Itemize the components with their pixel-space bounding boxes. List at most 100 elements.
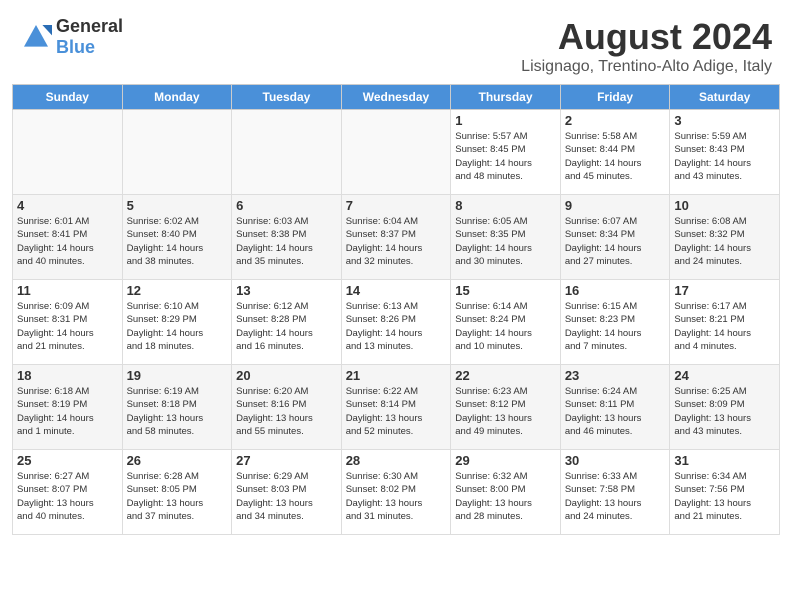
day-number: 14 [346,283,447,298]
day-info: Sunrise: 6:24 AMSunset: 8:11 PMDaylight:… [565,385,666,438]
table-row: 21 Sunrise: 6:22 AMSunset: 8:14 PMDayligh… [341,365,451,450]
col-thursday: Thursday [451,85,561,110]
table-row: 26Sunrise: 6:28 AMSunset: 8:05 PMDayligh… [122,450,232,535]
logo-blue-text: Blue [56,37,123,58]
day-info: Sunrise: 5:57 AMSunset: 8:45 PMDaylight:… [455,130,556,183]
day-number: 19 [127,368,228,383]
table-row: 15 Sunrise: 6:14 AMSunset: 8:24 PMDayligh… [451,280,561,365]
table-row: 2 Sunrise: 5:58 AMSunset: 8:44 PMDaylight… [560,110,670,195]
col-wednesday: Wednesday [341,85,451,110]
day-info: Sunrise: 6:01 AMSunset: 8:41 PMDaylight:… [17,215,118,268]
table-row: 19 Sunrise: 6:19 AMSunset: 8:18 PMDayligh… [122,365,232,450]
table-row [232,110,342,195]
table-row: 6 Sunrise: 6:03 AMSunset: 8:38 PMDaylight… [232,195,342,280]
day-number: 24 [674,368,775,383]
table-row: 29Sunrise: 6:32 AMSunset: 8:00 PMDayligh… [451,450,561,535]
day-info: Sunrise: 6:20 AMSunset: 8:16 PMDaylight:… [236,385,337,438]
day-number: 23 [565,368,666,383]
day-number: 20 [236,368,337,383]
day-number: 2 [565,113,666,128]
day-info: Sunrise: 5:58 AMSunset: 8:44 PMDaylight:… [565,130,666,183]
calendar-header-row: Sunday Monday Tuesday Wednesday Thursday… [13,85,780,110]
logo-icon [20,21,52,53]
col-saturday: Saturday [670,85,780,110]
table-row: 13 Sunrise: 6:12 AMSunset: 8:28 PMDayligh… [232,280,342,365]
table-row: 23 Sunrise: 6:24 AMSunset: 8:11 PMDayligh… [560,365,670,450]
table-row: 16 Sunrise: 6:15 AMSunset: 8:23 PMDayligh… [560,280,670,365]
day-info: Sunrise: 6:15 AMSunset: 8:23 PMDaylight:… [565,300,666,353]
day-number: 7 [346,198,447,213]
day-info: Sunrise: 6:33 AMSunset: 7:58 PMDaylight:… [565,470,666,523]
calendar-week-1: 1 Sunrise: 5:57 AMSunset: 8:45 PMDaylight… [13,110,780,195]
day-info: Sunrise: 6:05 AMSunset: 8:35 PMDaylight:… [455,215,556,268]
day-info: Sunrise: 6:13 AMSunset: 8:26 PMDaylight:… [346,300,447,353]
table-row: 22 Sunrise: 6:23 AMSunset: 8:12 PMDayligh… [451,365,561,450]
day-info: Sunrise: 6:32 AMSunset: 8:00 PMDaylight:… [455,470,556,523]
col-sunday: Sunday [13,85,123,110]
table-row: 3 Sunrise: 5:59 AMSunset: 8:43 PMDaylight… [670,110,780,195]
day-number: 22 [455,368,556,383]
day-number: 15 [455,283,556,298]
table-row [341,110,451,195]
day-number: 4 [17,198,118,213]
day-number: 25 [17,453,118,468]
table-row: 4 Sunrise: 6:01 AMSunset: 8:41 PMDaylight… [13,195,123,280]
table-row [13,110,123,195]
day-number: 30 [565,453,666,468]
day-number: 5 [127,198,228,213]
day-info: Sunrise: 6:23 AMSunset: 8:12 PMDaylight:… [455,385,556,438]
day-info: Sunrise: 6:12 AMSunset: 8:28 PMDaylight:… [236,300,337,353]
day-info: Sunrise: 6:09 AMSunset: 8:31 PMDaylight:… [17,300,118,353]
table-row: 17Sunrise: 6:17 AMSunset: 8:21 PMDayligh… [670,280,780,365]
day-info: Sunrise: 6:08 AMSunset: 8:32 PMDaylight:… [674,215,775,268]
table-row: 14 Sunrise: 6:13 AMSunset: 8:26 PMDayligh… [341,280,451,365]
calendar-week-4: 18 Sunrise: 6:18 AMSunset: 8:19 PMDayligh… [13,365,780,450]
page-header: General Blue August 2024 Lisignago, Tren… [0,0,792,84]
day-info: Sunrise: 6:03 AMSunset: 8:38 PMDaylight:… [236,215,337,268]
day-number: 10 [674,198,775,213]
day-info: Sunrise: 6:19 AMSunset: 8:18 PMDaylight:… [127,385,228,438]
table-row: 1 Sunrise: 5:57 AMSunset: 8:45 PMDaylight… [451,110,561,195]
day-number: 31 [674,453,775,468]
day-info: Sunrise: 6:10 AMSunset: 8:29 PMDaylight:… [127,300,228,353]
table-row: 5 Sunrise: 6:02 AMSunset: 8:40 PMDaylight… [122,195,232,280]
day-number: 17 [674,283,775,298]
day-info: Sunrise: 6:14 AMSunset: 8:24 PMDaylight:… [455,300,556,353]
day-info: Sunrise: 6:04 AMSunset: 8:37 PMDaylight:… [346,215,447,268]
day-number: 21 [346,368,447,383]
table-row: 18 Sunrise: 6:18 AMSunset: 8:19 PMDayligh… [13,365,123,450]
table-row: 7 Sunrise: 6:04 AMSunset: 8:37 PMDaylight… [341,195,451,280]
day-number: 26 [127,453,228,468]
table-row: 24Sunrise: 6:25 AMSunset: 8:09 PMDayligh… [670,365,780,450]
table-row: 12 Sunrise: 6:10 AMSunset: 8:29 PMDayligh… [122,280,232,365]
day-info: Sunrise: 6:29 AMSunset: 8:03 PMDaylight:… [236,470,337,523]
day-number: 6 [236,198,337,213]
day-number: 1 [455,113,556,128]
day-info: Sunrise: 6:18 AMSunset: 8:19 PMDaylight:… [17,385,118,438]
day-number: 18 [17,368,118,383]
day-info: Sunrise: 6:27 AMSunset: 8:07 PMDaylight:… [17,470,118,523]
day-info: Sunrise: 6:02 AMSunset: 8:40 PMDaylight:… [127,215,228,268]
table-row: 27 Sunrise: 6:29 AMSunset: 8:03 PMDayligh… [232,450,342,535]
day-info: Sunrise: 6:07 AMSunset: 8:34 PMDaylight:… [565,215,666,268]
day-number: 11 [17,283,118,298]
day-number: 12 [127,283,228,298]
title-section: August 2024 Lisignago, Trentino-Alto Adi… [521,16,772,76]
day-info: Sunrise: 5:59 AMSunset: 8:43 PMDaylight:… [674,130,775,183]
day-number: 27 [236,453,337,468]
logo: General Blue [20,16,123,58]
day-number: 3 [674,113,775,128]
col-tuesday: Tuesday [232,85,342,110]
day-info: Sunrise: 6:34 AMSunset: 7:56 PMDaylight:… [674,470,775,523]
table-row: 9Sunrise: 6:07 AMSunset: 8:34 PMDaylight… [560,195,670,280]
day-number: 16 [565,283,666,298]
day-info: Sunrise: 6:22 AMSunset: 8:14 PMDaylight:… [346,385,447,438]
col-friday: Friday [560,85,670,110]
calendar-table: Sunday Monday Tuesday Wednesday Thursday… [12,84,780,535]
day-number: 8 [455,198,556,213]
day-number: 13 [236,283,337,298]
calendar-week-5: 25 Sunrise: 6:27 AMSunset: 8:07 PMDayligh… [13,450,780,535]
table-row: 28Sunrise: 6:30 AMSunset: 8:02 PMDayligh… [341,450,451,535]
calendar-week-3: 11 Sunrise: 6:09 AMSunset: 8:31 PMDayligh… [13,280,780,365]
location-subtitle: Lisignago, Trentino-Alto Adige, Italy [521,58,772,76]
